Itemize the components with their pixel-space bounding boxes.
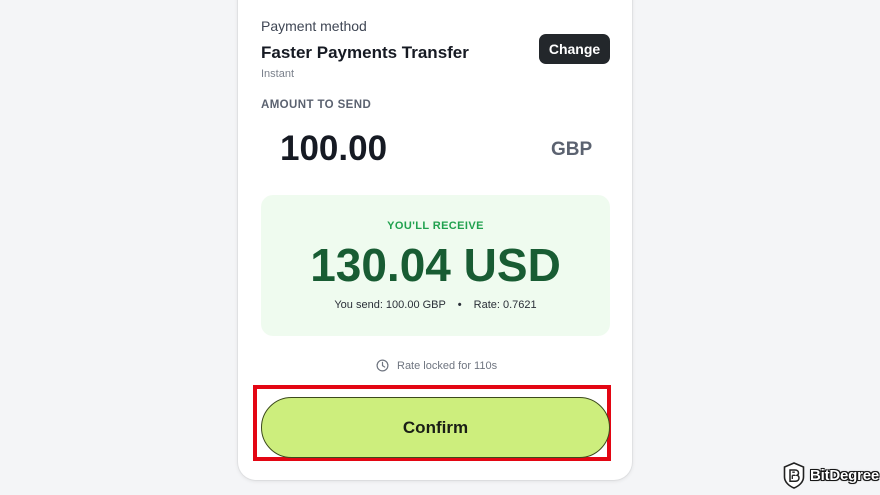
receive-details: You send: 100.00 GBP • Rate: 0.7621 — [261, 299, 610, 311]
rate-lock-text: Rate locked for 110s — [397, 359, 498, 372]
bitdegree-watermark: BitDegree — [783, 462, 879, 489]
clock-icon — [376, 359, 389, 372]
receive-summary: YOU'LL RECEIVE 130.04 USD You send: 100.… — [261, 195, 610, 336]
receive-amount: 130.04 USD — [310, 239, 561, 291]
change-payment-button[interactable]: Change — [539, 34, 610, 64]
payment-method-label: Payment method — [261, 18, 367, 34]
rate-lock-notice: Rate locked for 110s — [376, 359, 497, 372]
rate-info: Rate: 0.7621 — [473, 299, 537, 311]
payment-method-subtitle: Instant — [261, 68, 295, 80]
receive-label: YOU'LL RECEIVE — [387, 220, 484, 232]
bitdegree-text: BitDegree — [810, 467, 880, 484]
confirm-button[interactable]: Confirm — [261, 397, 610, 458]
send-info: You send: 100.00 GBP — [334, 299, 446, 311]
separator-dot: • — [457, 299, 462, 311]
payment-method-title: Faster Payments Transfer — [261, 43, 469, 62]
bitdegree-logo-icon — [783, 462, 805, 489]
amount-input[interactable]: 100.00 — [280, 129, 387, 169]
amount-label: AMOUNT TO SEND — [261, 99, 372, 111]
amount-currency: GBP — [551, 139, 593, 160]
